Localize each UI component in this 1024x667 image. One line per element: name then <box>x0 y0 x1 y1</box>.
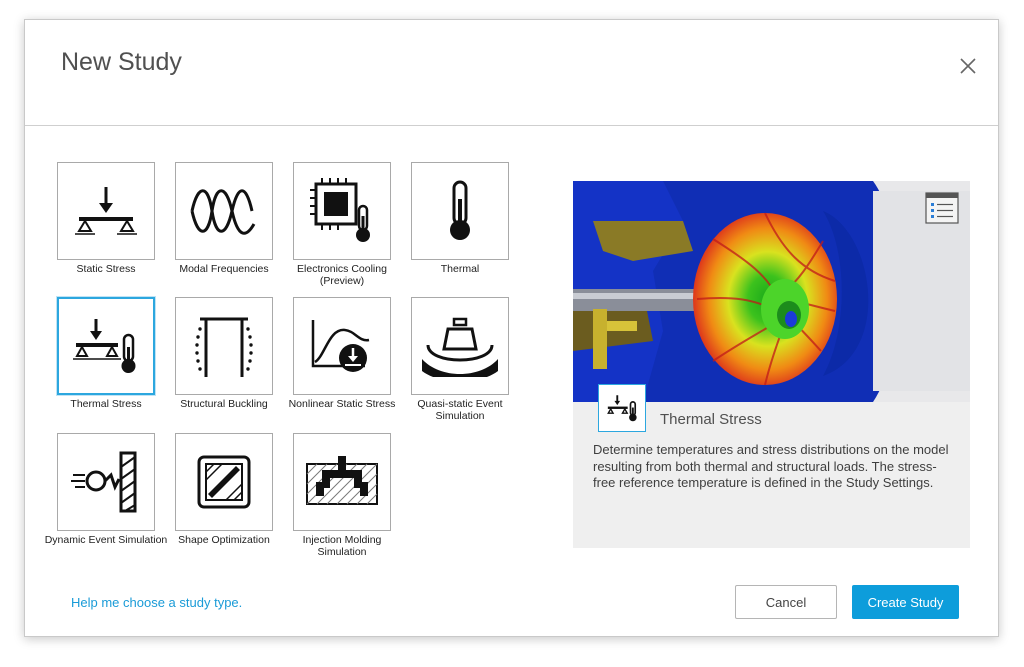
thermal-stress-icon <box>73 319 136 373</box>
study-tile-label: Electronics Cooling (Preview) <box>297 263 387 287</box>
quasi-static-event-icon <box>422 317 498 377</box>
preview-study-icon <box>598 384 646 432</box>
nonlinear-static-stress-icon <box>311 320 370 372</box>
study-tile-label: Shape Optimization <box>178 534 270 546</box>
study-tile-box[interactable] <box>175 162 273 260</box>
study-tile-box[interactable] <box>57 162 155 260</box>
cancel-button[interactable]: Cancel <box>735 585 837 619</box>
study-tile-box[interactable] <box>293 297 391 395</box>
new-study-dialog: New Study Static Stress Modal Frequencie… <box>24 19 999 637</box>
help-choose-study-link[interactable]: Help me choose a study type. <box>71 595 242 610</box>
study-tile-label: Structural Buckling <box>180 398 268 410</box>
create-study-button[interactable]: Create Study <box>852 585 959 619</box>
study-tile-label: Modal Frequencies <box>179 263 269 275</box>
study-tile-box[interactable] <box>175 297 273 395</box>
study-tile-label: Thermal Stress <box>70 398 142 410</box>
study-tile-box[interactable] <box>293 162 391 260</box>
preview-description: Determine temperatures and stress distri… <box>593 442 949 490</box>
dialog-title: New Study <box>61 48 182 76</box>
electronics-cooling-icon <box>310 178 370 242</box>
structural-buckling-icon <box>195 317 253 377</box>
study-tile-label: Static Stress <box>76 263 136 275</box>
study-tile-box[interactable] <box>293 433 391 531</box>
study-tile-label: Quasi-static Event Simulation <box>417 398 503 422</box>
study-tile-label: Thermal <box>440 263 480 275</box>
study-tile-box[interactable] <box>411 162 509 260</box>
modal-frequencies-icon <box>190 189 256 235</box>
turbine-stress-render <box>573 181 970 402</box>
study-tile-box[interactable] <box>57 433 155 531</box>
study-tile-box[interactable] <box>175 433 273 531</box>
preview-title: Thermal Stress <box>660 411 762 428</box>
study-tile-label: Nonlinear Static Stress <box>288 398 396 410</box>
thermometer-icon <box>450 180 470 240</box>
close-icon[interactable] <box>955 53 981 79</box>
study-tile-box[interactable] <box>57 297 155 395</box>
dynamic-event-icon <box>71 451 137 513</box>
study-tile-box[interactable] <box>411 297 509 395</box>
study-tile-label: Injection Molding Simulation <box>302 534 382 558</box>
shape-optimization-icon <box>197 455 251 509</box>
study-preview-panel: Thermal Stress Determine temperatures an… <box>573 181 970 548</box>
static-stress-icon <box>75 187 137 235</box>
thermal-stress-icon <box>607 395 637 422</box>
injection-molding-icon <box>306 456 378 505</box>
study-tile-label: Dynamic Event Simulation <box>44 534 168 546</box>
header-divider <box>25 125 998 126</box>
